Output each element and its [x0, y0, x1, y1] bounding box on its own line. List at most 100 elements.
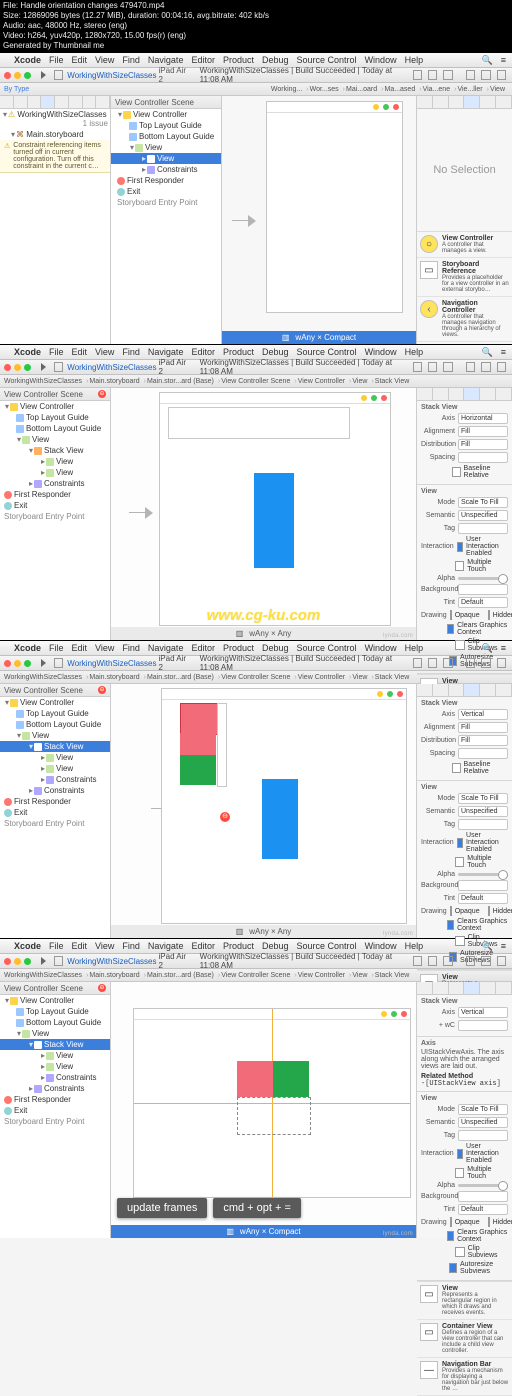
- outline-bottomguide[interactable]: Bottom Layout Guide: [0, 423, 110, 434]
- view-controller-device[interactable]: [133, 1008, 411, 1198]
- outline-view[interactable]: ▾View: [0, 730, 110, 741]
- editor-mode-standard[interactable]: [413, 658, 422, 668]
- jump-crumb[interactable]: WorkingWithSizeClasses: [4, 972, 82, 979]
- pink-view-1[interactable]: [180, 703, 218, 735]
- outline-constraints[interactable]: ▸Constraints: [0, 785, 110, 796]
- menu-editor[interactable]: Editor: [191, 941, 215, 951]
- menu-find[interactable]: Find: [122, 55, 140, 65]
- outline-bottomguide[interactable]: Bottom Layout Guide: [0, 719, 110, 730]
- pane-bottom-toggle[interactable]: [481, 70, 490, 80]
- library-item-vc[interactable]: ○ View ControllerA controller that manag…: [417, 232, 512, 258]
- hidden-checkbox[interactable]: [488, 1217, 490, 1227]
- jump-crumb[interactable]: WorkingWithSizeClasses: [4, 674, 82, 681]
- menu-editor[interactable]: Editor: [191, 643, 215, 653]
- menu-xcode[interactable]: Xcode: [14, 55, 41, 65]
- menu-view[interactable]: View: [95, 643, 114, 653]
- menu-xcode[interactable]: Xcode: [14, 643, 41, 653]
- window-controls[interactable]: [4, 72, 31, 79]
- menu-debug[interactable]: Debug: [262, 55, 289, 65]
- menu-source[interactable]: Source Control: [297, 941, 357, 951]
- search-icon[interactable]: 🔍: [482, 55, 493, 66]
- jump-crumb[interactable]: Mai...oard: [346, 86, 377, 93]
- outline-constraints[interactable]: ▸Constraints: [0, 478, 110, 489]
- outline-stackview[interactable]: ▾Stack View: [0, 741, 110, 752]
- outline-inner-view[interactable]: ▸View: [0, 1061, 110, 1072]
- menu-window[interactable]: Window: [365, 941, 397, 951]
- pane-right-toggle[interactable]: [497, 362, 506, 372]
- outline-entry[interactable]: Storyboard Entry Point: [0, 818, 110, 829]
- jump-crumb[interactable]: View Controller Scene: [221, 378, 290, 385]
- jump-crumb[interactable]: Main.storyboard: [89, 674, 139, 681]
- outline-exit[interactable]: Exit: [0, 500, 110, 511]
- opaque-checkbox[interactable]: [450, 1217, 452, 1227]
- menu-debug[interactable]: Debug: [262, 643, 289, 653]
- mode-select[interactable]: Scale To Fill: [458, 793, 508, 804]
- run-button[interactable]: [41, 659, 46, 667]
- search-icon[interactable]: 🔍: [482, 347, 493, 358]
- outline-view[interactable]: ▾View: [111, 142, 221, 153]
- jump-crumb[interactable]: Stack View: [375, 378, 410, 385]
- outline-first-responder[interactable]: First Responder: [111, 175, 221, 186]
- stop-button[interactable]: [54, 362, 63, 372]
- blue-view[interactable]: [254, 473, 294, 568]
- outline-exit[interactable]: Exit: [111, 186, 221, 197]
- alpha-slider[interactable]: [458, 1184, 508, 1187]
- cgc-checkbox[interactable]: [447, 624, 454, 634]
- outline-bottomguide[interactable]: Bottom Layout Guide: [111, 131, 221, 142]
- menu-product[interactable]: Product: [223, 55, 254, 65]
- issue-project[interactable]: ▾⚠︎ WorkingWithSizeClasses 1 issue: [0, 109, 110, 129]
- opaque-checkbox[interactable]: [450, 906, 452, 916]
- outline-constraints[interactable]: ▸Constraints: [0, 774, 110, 785]
- pink-view[interactable]: [237, 1061, 273, 1097]
- view-controller-device[interactable]: [266, 101, 403, 313]
- outline-inner-view[interactable]: ▸View: [0, 752, 110, 763]
- menu-help[interactable]: Help: [405, 347, 424, 357]
- menu-editor[interactable]: Editor: [191, 55, 215, 65]
- editor-mode-version[interactable]: [443, 70, 452, 80]
- menu-navigate[interactable]: Navigate: [148, 941, 184, 951]
- outline-constraints[interactable]: ▸Constraints: [0, 1072, 110, 1083]
- size-class-bar[interactable]: ▥wAny × Compact: [111, 1225, 416, 1238]
- editor-mode-version[interactable]: [443, 362, 452, 372]
- tag-field[interactable]: [458, 819, 508, 830]
- editor-mode-standard[interactable]: [413, 362, 422, 372]
- tint-select[interactable]: Default: [458, 1204, 508, 1215]
- outline-topguide[interactable]: Top Layout Guide: [0, 1006, 110, 1017]
- jump-crumb[interactable]: Wor...ses: [310, 86, 339, 93]
- jump-crumb[interactable]: Main.storyboard: [89, 972, 139, 979]
- search-icon[interactable]: 🔍: [482, 643, 493, 654]
- outline-inner-view[interactable]: ▸View: [0, 467, 110, 478]
- bg-select[interactable]: [458, 584, 508, 595]
- inspector-tabs[interactable]: [417, 982, 512, 995]
- autosub-checkbox[interactable]: [449, 1263, 457, 1273]
- pane-bottom-toggle[interactable]: [481, 362, 490, 372]
- green-view[interactable]: [180, 755, 216, 785]
- tag-field[interactable]: [458, 523, 508, 534]
- outline-topguide[interactable]: Top Layout Guide: [111, 120, 221, 131]
- jump-crumb[interactable]: Stack View: [375, 674, 410, 681]
- menu-view[interactable]: View: [95, 55, 114, 65]
- jump-crumb[interactable]: View Controller Scene: [221, 674, 290, 681]
- outline-entry[interactable]: Storyboard Entry Point: [111, 197, 221, 208]
- outline-view[interactable]: ▾View: [0, 1028, 110, 1039]
- hidden-checkbox[interactable]: [488, 906, 490, 916]
- jump-crumb[interactable]: View: [352, 972, 367, 979]
- menu-file[interactable]: File: [49, 347, 64, 357]
- outline-view-inner[interactable]: ▸View: [111, 153, 221, 164]
- outline-exit[interactable]: Exit: [0, 807, 110, 818]
- blue-view-outline[interactable]: [237, 1097, 311, 1135]
- menu-source[interactable]: Source Control: [297, 643, 357, 653]
- tint-select[interactable]: Default: [458, 893, 508, 904]
- cgc-checkbox[interactable]: [447, 1231, 454, 1241]
- outline-topguide[interactable]: Top Layout Guide: [0, 708, 110, 719]
- library-item-container[interactable]: ▭Container ViewDefines a region of a vie…: [417, 1320, 512, 1358]
- axis-variation-select[interactable]: [458, 1020, 508, 1031]
- axis-select[interactable]: Horizontal: [458, 413, 508, 424]
- multitouch-checkbox[interactable]: [455, 1168, 464, 1178]
- size-class-bar[interactable]: ▥wAny × Compact: [222, 331, 416, 344]
- menu-editor[interactable]: Editor: [191, 347, 215, 357]
- jump-crumb[interactable]: Main.stor...ard (Base): [147, 972, 214, 979]
- menu-window[interactable]: Window: [365, 643, 397, 653]
- cgc-checkbox[interactable]: [447, 920, 454, 930]
- menu-help[interactable]: Help: [405, 941, 424, 951]
